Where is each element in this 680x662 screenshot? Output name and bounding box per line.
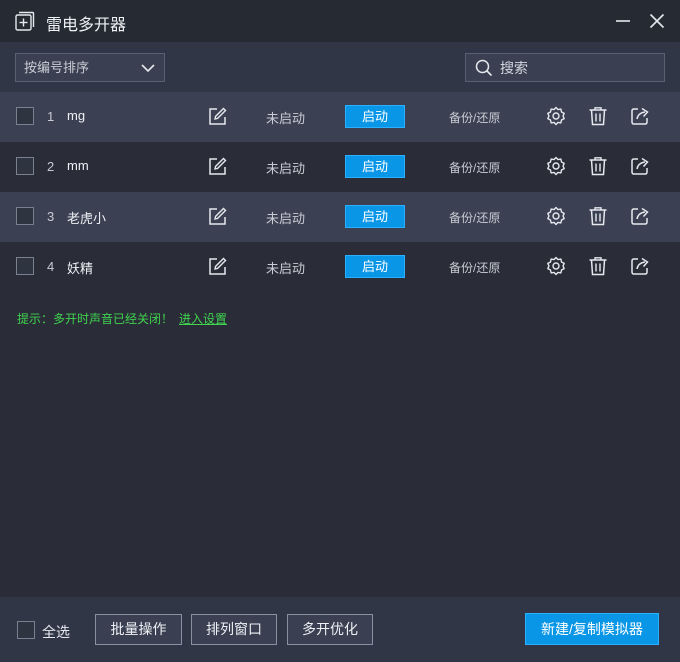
row-index: 1 [47,109,55,124]
sound-off-hint: 提示：多开时声音已经关闭！ [17,312,174,326]
minimize-button[interactable] [614,12,632,30]
batch-operation-button[interactable]: 批量操作 [95,614,182,645]
start-button[interactable]: 启动 [345,255,405,278]
instance-row: 4 妖精 未启动 启动 备份/还原 [0,242,680,292]
row-name: mg [67,108,86,123]
row-status: 未启动 [266,161,306,176]
share-icon[interactable] [630,256,650,276]
row-name: 老虎小 [67,211,107,226]
minimize-icon [616,20,630,22]
edit-icon[interactable] [208,107,227,126]
gear-icon[interactable] [546,256,566,276]
trash-icon[interactable] [588,206,608,226]
backup-restore-link[interactable]: 备份/还原 [449,209,500,226]
edit-icon[interactable] [208,157,227,176]
row-index: 4 [47,259,55,274]
chevron-down-icon [140,60,156,76]
edit-icon[interactable] [208,207,227,226]
row-status: 未启动 [266,211,306,226]
share-icon[interactable] [630,206,650,226]
instance-row: 3 老虎小 未启动 启动 备份/还原 [0,192,680,242]
arrange-windows-button[interactable]: 排列窗口 [191,614,277,645]
gear-icon[interactable] [546,106,566,126]
row-checkbox[interactable] [16,157,34,175]
share-icon[interactable] [630,106,650,126]
row-index: 3 [47,209,55,224]
multi-instance-optimize-button[interactable]: 多开优化 [287,614,373,645]
select-all-label[interactable]: 全选 [42,622,70,642]
multi-instance-app-icon [15,11,35,31]
footer-bar: 全选 批量操作 排列窗口 多开优化 新建/复制模拟器 [0,597,680,662]
sort-dropdown[interactable]: 按编号排序 [15,53,165,82]
row-name: 妖精 [67,261,94,276]
start-button[interactable]: 启动 [345,205,405,228]
start-button[interactable]: 启动 [345,155,405,178]
enter-settings-link[interactable]: 进入设置 [179,310,227,327]
row-checkbox[interactable] [16,207,34,225]
trash-icon[interactable] [588,106,608,126]
start-button[interactable]: 启动 [345,105,405,128]
row-status: 未启动 [266,111,306,126]
new-copy-emulator-button[interactable]: 新建/复制模拟器 [525,613,659,645]
backup-restore-link[interactable]: 备份/还原 [449,109,500,126]
row-checkbox[interactable] [16,257,34,275]
trash-icon[interactable] [588,156,608,176]
select-all-checkbox[interactable] [17,621,35,639]
search-icon [475,59,493,77]
window-title: 雷电多开器 [46,17,127,34]
toolbar: 按编号排序 [0,42,680,92]
share-icon[interactable] [630,156,650,176]
close-button[interactable] [648,12,666,30]
row-name: mm [67,158,89,173]
gear-icon[interactable] [546,206,566,226]
close-icon [649,13,665,29]
instance-row: 2 mm 未启动 启动 备份/还原 [0,142,680,192]
title-bar: 雷电多开器 [0,0,680,42]
row-checkbox[interactable] [16,107,34,125]
instance-row: 1 mg 未启动 启动 备份/还原 [0,92,680,142]
trash-icon[interactable] [588,256,608,276]
edit-icon[interactable] [208,257,227,276]
search-input[interactable] [500,54,660,81]
backup-restore-link[interactable]: 备份/还原 [449,159,500,176]
sort-dropdown-value: 按编号排序 [24,60,90,75]
search-box[interactable] [465,53,665,82]
backup-restore-link[interactable]: 备份/还原 [449,259,500,276]
row-status: 未启动 [266,261,306,276]
gear-icon[interactable] [546,156,566,176]
row-index: 2 [47,159,55,174]
